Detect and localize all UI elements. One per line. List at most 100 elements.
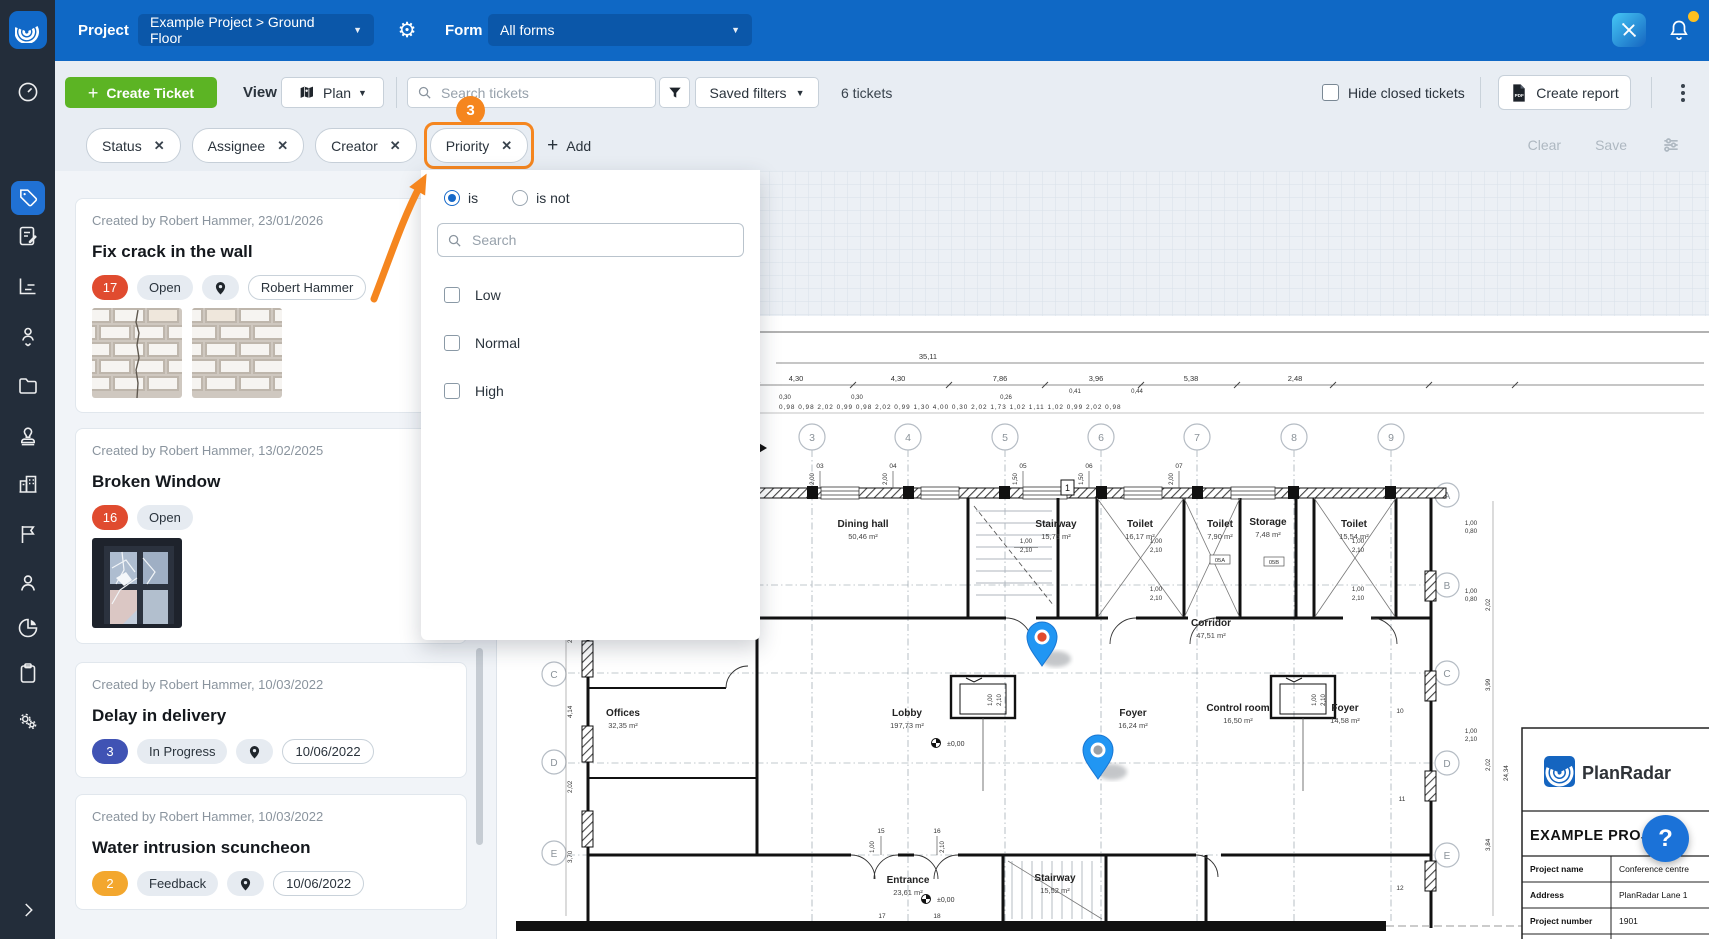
- ticket-photo-broken-window[interactable]: [92, 538, 182, 628]
- status-badge: Feedback: [137, 871, 218, 896]
- saved-filters-dropdown[interactable]: Saved filters ▼: [695, 77, 819, 108]
- remove-filter-icon[interactable]: ✕: [154, 138, 165, 154]
- filter-settings-sliders-icon[interactable]: [1661, 135, 1681, 155]
- radio-is[interactable]: is: [444, 190, 478, 206]
- radio-is-not[interactable]: is not: [512, 190, 569, 206]
- priority-option-normal[interactable]: Normal: [444, 319, 760, 367]
- location-pin-badge[interactable]: [236, 739, 273, 764]
- create-ticket-button[interactable]: + Create Ticket: [65, 77, 217, 108]
- ticket-title: Fix crack in the wall: [92, 242, 450, 262]
- planradar-logo-icon[interactable]: [9, 11, 47, 49]
- sidebar-item-dashboard[interactable]: [0, 80, 55, 104]
- more-options-kebab-icon[interactable]: [1667, 77, 1698, 108]
- location-pin-icon: [249, 745, 260, 759]
- divider: [396, 77, 397, 108]
- ticket-photo-brick[interactable]: [192, 308, 282, 398]
- remove-filter-icon[interactable]: ✕: [277, 138, 288, 154]
- svg-text:Corridor: Corridor: [1191, 618, 1231, 629]
- svg-text:2,10: 2,10: [1352, 547, 1365, 554]
- svg-text:5: 5: [1002, 432, 1008, 444]
- saved-filters-label: Saved filters: [710, 85, 787, 101]
- svg-text:0,30: 0,30: [779, 395, 791, 401]
- svg-text:23,61 m²: 23,61 m²: [893, 888, 923, 897]
- hide-closed-tickets-toggle[interactable]: Hide closed tickets: [1322, 77, 1465, 108]
- svg-text:3,96: 3,96: [1089, 374, 1104, 383]
- sidebar-item-approvals[interactable]: [0, 424, 55, 448]
- svg-text:Lobby: Lobby: [892, 708, 922, 719]
- sidebar-item-settings[interactable]: [0, 709, 55, 733]
- help-button[interactable]: ?: [1642, 815, 1689, 862]
- sidebar-item-projects[interactable]: [0, 472, 55, 496]
- hide-closed-checkbox[interactable]: [1322, 84, 1339, 101]
- checkbox-icon[interactable]: [444, 287, 460, 303]
- svg-text:2,00: 2,00: [810, 473, 816, 485]
- sidebar-item-users[interactable]: [0, 571, 55, 595]
- ticket-title: Water intrusion scuncheon: [92, 838, 450, 858]
- svg-text:Toilet: Toilet: [1127, 519, 1154, 530]
- svg-text:1,00: 1,00: [1352, 586, 1365, 593]
- ticket-card[interactable]: Created by Robert Hammer, 10/03/2022 Del…: [75, 662, 467, 778]
- save-filters-button[interactable]: Save: [1595, 137, 1627, 153]
- ticket-photo-brick-cracked[interactable]: [92, 308, 182, 398]
- ticket-card[interactable]: Created by Robert Hammer, 13/02/2025 Bro…: [75, 428, 467, 644]
- filter-funnel-button[interactable]: [659, 77, 690, 108]
- svg-text:2,00: 2,00: [883, 473, 889, 485]
- svg-text:7,86: 7,86: [993, 374, 1008, 383]
- project-settings-gear-icon[interactable]: ⚙: [390, 13, 424, 47]
- filter-chip-creator[interactable]: Creator ✕: [315, 128, 417, 163]
- location-pin-badge[interactable]: [202, 275, 239, 300]
- sidebar-item-statistics[interactable]: [0, 274, 55, 298]
- priority-option-low[interactable]: Low: [444, 271, 760, 319]
- svg-text:32,35 m²: 32,35 m²: [608, 721, 638, 730]
- chip-label: Creator: [331, 138, 378, 154]
- svg-text:1,00: 1,00: [1465, 728, 1478, 735]
- remove-filter-icon[interactable]: ✕: [501, 138, 512, 154]
- view-mode-plan-dropdown[interactable]: Plan ▼: [281, 77, 384, 108]
- ticket-list-scrollbar[interactable]: [476, 648, 483, 845]
- svg-text:1: 1: [1065, 483, 1070, 493]
- svg-text:5,38: 5,38: [1184, 374, 1199, 383]
- sidebar-item-reports[interactable]: [0, 616, 55, 640]
- location-pin-badge[interactable]: [227, 871, 264, 896]
- svg-text:11: 11: [1399, 796, 1406, 803]
- svg-text:197,73 m²: 197,73 m²: [890, 721, 924, 730]
- priority-option-high[interactable]: High: [444, 367, 760, 415]
- clear-filters-button[interactable]: Clear: [1528, 137, 1561, 153]
- create-report-button[interactable]: PDF Create report: [1498, 75, 1631, 110]
- svg-text:24,34: 24,34: [1503, 765, 1510, 781]
- priority-search-input[interactable]: [470, 231, 734, 249]
- funnel-icon: [667, 85, 683, 101]
- checkbox-icon[interactable]: [444, 383, 460, 399]
- filter-chip-status[interactable]: Status ✕: [86, 128, 181, 163]
- sidebar-item-forms[interactable]: [0, 224, 55, 248]
- ticket-card[interactable]: Created by Robert Hammer, 23/01/2026 Fix…: [75, 198, 467, 413]
- notifications-bell-icon[interactable]: [1662, 13, 1696, 47]
- radio-selected-icon[interactable]: [444, 190, 460, 206]
- form-selector[interactable]: All forms ▼: [488, 14, 752, 46]
- sidebar-item-tickets[interactable]: [11, 181, 45, 215]
- search-icon: [417, 85, 432, 100]
- create-report-label: Create report: [1536, 85, 1618, 101]
- svg-text:2,00: 2,00: [1169, 473, 1175, 485]
- filter-chip-priority[interactable]: Priority ✕: [430, 128, 528, 163]
- sidebar-item-site-staff[interactable]: [0, 324, 55, 348]
- add-filter-button[interactable]: + Add: [541, 136, 597, 155]
- sidebar-collapse-chevron-icon[interactable]: [0, 901, 55, 919]
- project-selector[interactable]: Example Project > Ground Floor ▼: [138, 14, 374, 46]
- ticket-meta: Created by Robert Hammer, 13/02/2025: [92, 443, 450, 458]
- ticket-card[interactable]: Created by Robert Hammer, 10/03/2022 Wat…: [75, 794, 467, 910]
- sidebar-item-flags[interactable]: [0, 522, 55, 546]
- radio-unselected-icon[interactable]: [512, 190, 528, 206]
- svg-text:1,00: 1,00: [1020, 538, 1033, 545]
- apps-switcher-icon[interactable]: [1612, 13, 1646, 47]
- sidebar-item-documents[interactable]: [0, 374, 55, 398]
- svg-text:07: 07: [1175, 463, 1183, 470]
- project-label: Project: [78, 0, 129, 61]
- checkbox-icon[interactable]: [444, 335, 460, 351]
- search-icon: [447, 233, 462, 248]
- svg-text:Project name: Project name: [1530, 864, 1584, 874]
- filter-chip-assignee[interactable]: Assignee ✕: [192, 128, 305, 163]
- sidebar-item-tasks[interactable]: [0, 661, 55, 685]
- chip-label: Priority: [446, 138, 490, 154]
- remove-filter-icon[interactable]: ✕: [390, 138, 401, 154]
